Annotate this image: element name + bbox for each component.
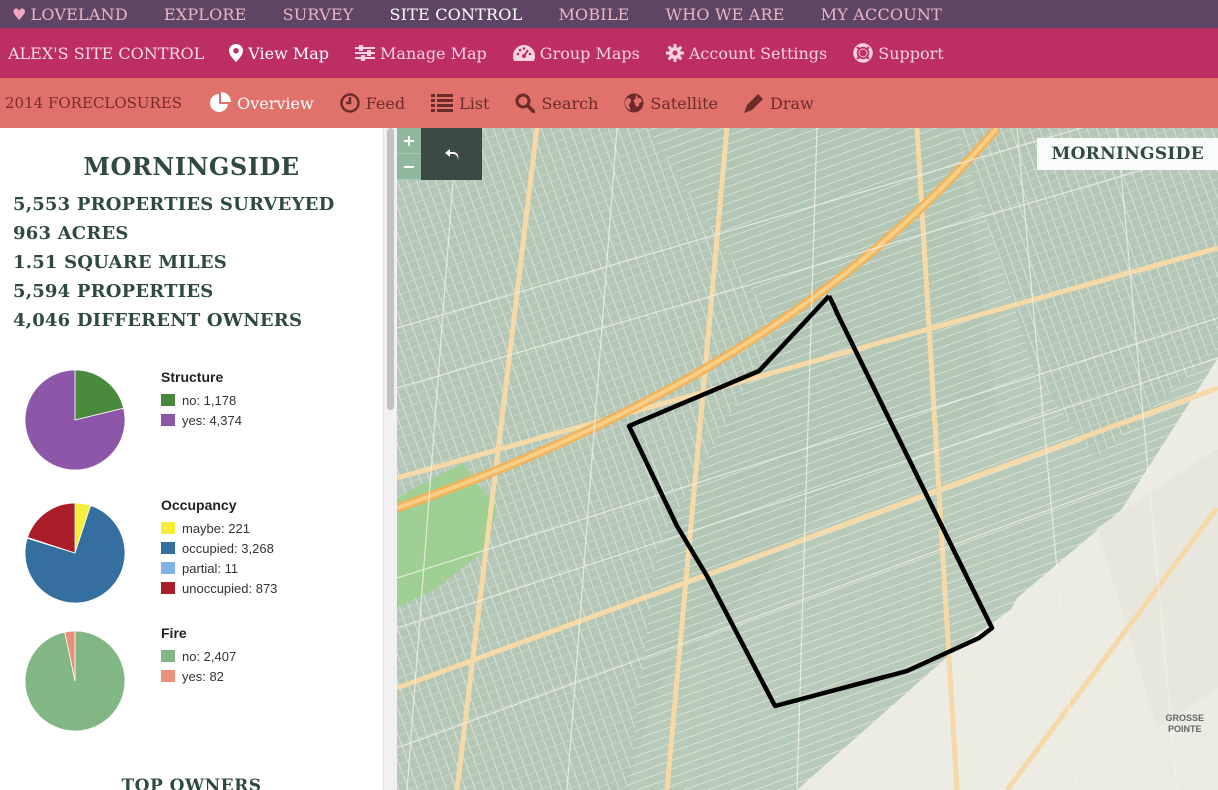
globe-icon [624,93,644,113]
legend-swatch [161,562,175,574]
legend-item-maybe: maybe: 221 [161,518,277,538]
stat-properties: 5,594 PROPERTIES [13,281,214,302]
structure-chart: Structure no: 1,178 yes: 4,374 [0,369,383,479]
nav-my-account[interactable]: MY ACCOUNT [803,5,960,24]
tab-list[interactable]: List [418,94,502,113]
legend-title: Structure [161,369,224,385]
heart-icon: ♥ [12,4,27,24]
legend-swatch [161,394,175,406]
nav-mobile[interactable]: MOBILE [540,5,647,24]
gear-icon [665,44,684,62]
survey-nav: 2014 FORECLOSURES Overview Feed List Sea… [0,78,1218,128]
manage-map-link[interactable]: Manage Map [342,44,500,63]
legend-item-no: no: 1,178 [161,390,242,410]
legend-item-partial: partial: 11 [161,558,277,578]
list-icon [431,94,454,112]
sidebar-scrollbar[interactable] [383,128,397,790]
legend-title: Fire [161,625,187,641]
dashboard-icon [512,45,535,61]
occupancy-chart: Occupancy maybe: 221 occupied: 3,268 par… [0,497,383,607]
undo-icon [444,149,458,160]
pie-chart-icon [210,92,232,112]
structure-legend: Structure no: 1,178 yes: 4,374 [161,369,242,430]
fire-legend: Fire no: 2,407 yes: 82 [161,625,236,686]
map-area-label: MORNINGSIDE [1037,138,1218,170]
undo-button[interactable] [421,128,482,180]
support-link[interactable]: Support [840,43,956,63]
main-area: MORNINGSIDE 5,553 PROPERTIES SURVEYED 96… [0,128,1218,790]
sliders-icon [355,45,376,61]
site-title: ALEX'S SITE CONTROL [8,43,205,63]
legend-swatch [161,414,175,426]
legend-item-occupied: occupied: 3,268 [161,538,277,558]
stat-square-miles: 1.51 SQUARE MILES [13,252,227,273]
nav-loveland[interactable]: ♥ LOVELAND [0,5,146,24]
area-title: MORNINGSIDE [83,152,300,181]
scrollbar-thumb[interactable] [387,128,394,410]
legend-item-yes: yes: 82 [161,666,236,686]
tab-feed[interactable]: Feed [327,93,418,113]
zoom-in-button[interactable]: + [397,128,421,154]
overview-sidebar: MORNINGSIDE 5,553 PROPERTIES SURVEYED 96… [0,128,383,790]
legend-swatch [161,650,175,662]
legend-item-yes: yes: 4,374 [161,410,242,430]
zoom-out-button[interactable]: − [397,154,421,180]
occupancy-pie [24,502,126,604]
tab-overview[interactable]: Overview [196,92,327,114]
legend-swatch [161,670,175,682]
legend-item-no: no: 2,407 [161,646,236,666]
life-ring-icon [853,43,874,63]
tab-satellite[interactable]: Satellite [611,93,731,113]
search-icon [515,93,536,113]
nav-survey[interactable]: SURVEY [265,5,372,24]
group-maps-link[interactable]: Group Maps [500,44,653,63]
stat-acres: 963 ACRES [13,223,129,244]
map-place-label: GROSSE POINTE [1165,713,1204,734]
legend-swatch [161,542,175,554]
view-map-link[interactable]: View Map [216,44,342,63]
legend-title: Occupancy [161,497,237,513]
account-settings-link[interactable]: Account Settings [653,44,840,63]
stats-list: 5,553 PROPERTIES SURVEYED 963 ACRES 1.51… [13,194,334,339]
nav-explore[interactable]: EXPLORE [146,5,265,24]
map-view[interactable]: + − MORNINGSIDE GROSSE POINTE [397,128,1218,790]
stat-owners: 4,046 DIFFERENT OWNERS [13,310,303,331]
fire-pie [24,630,126,732]
nav-site-control[interactable]: SITE CONTROL [372,5,541,24]
clock-icon [339,93,360,113]
nav-who-we-are[interactable]: WHO WE ARE [648,5,803,24]
top-owners-heading: TOP OWNERS [121,776,262,790]
map-marker-icon [229,44,244,62]
stat-properties-surveyed: 5,553 PROPERTIES SURVEYED [13,194,335,215]
structure-pie [24,369,126,471]
legend-swatch [161,522,175,534]
tab-search[interactable]: Search [502,93,611,113]
map-canvas[interactable] [397,128,1218,790]
tab-draw[interactable]: Draw [731,93,827,113]
occupancy-legend: Occupancy maybe: 221 occupied: 3,268 par… [161,497,277,598]
top-nav: ♥ LOVELAND EXPLORE SURVEY SITE CONTROL MO… [0,0,1218,28]
pencil-icon [744,94,764,113]
fire-chart: Fire no: 2,407 yes: 82 [0,625,383,735]
site-nav: ALEX'S SITE CONTROL View Map Manage Map … [0,28,1218,78]
legend-swatch [161,582,175,594]
zoom-control: + − [397,128,421,180]
survey-title: 2014 FORECLOSURES [5,94,183,112]
legend-item-unoccupied: unoccupied: 873 [161,578,277,598]
